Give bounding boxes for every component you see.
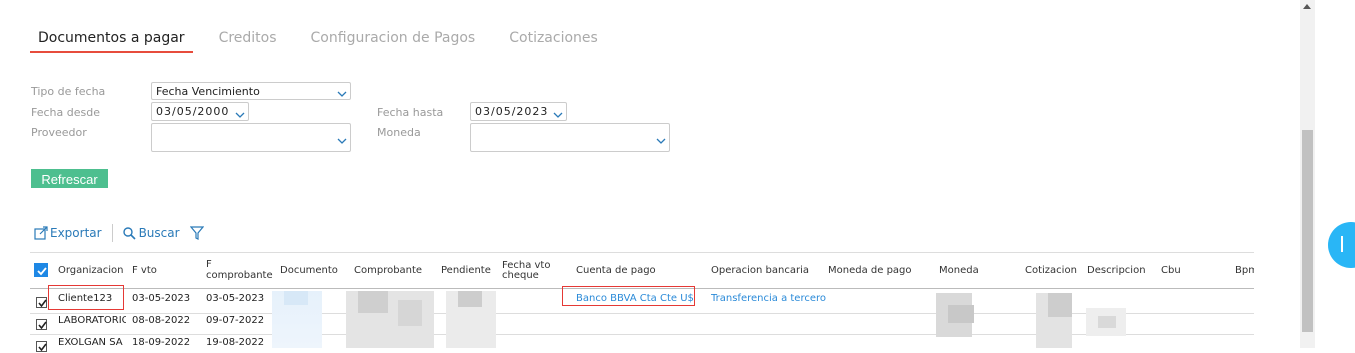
export-label: Exportar bbox=[50, 226, 102, 240]
cell-operacion-bancaria[interactable]: Transferencia a tercero bbox=[711, 293, 826, 304]
row-checkbox[interactable] bbox=[36, 341, 47, 352]
search-button[interactable]: Buscar bbox=[122, 226, 180, 240]
col-comprobante[interactable]: Comprobante bbox=[354, 266, 422, 276]
handle-bar-icon bbox=[1341, 236, 1343, 252]
col-pendiente[interactable]: Pendiente bbox=[441, 266, 491, 276]
redacted-descripcion bbox=[1098, 316, 1116, 328]
col-f-vto[interactable]: F vto bbox=[132, 266, 157, 276]
col-f-comprobante-1[interactable]: F bbox=[206, 260, 212, 270]
fecha-hasta-label: Fecha hasta bbox=[377, 106, 444, 119]
cell-f-vto: 08-08-2022 bbox=[132, 315, 191, 326]
tab-bar: Documentos a pagar Creditos Configuracio… bbox=[30, 28, 624, 54]
chevron-down-icon bbox=[656, 137, 666, 145]
col-moneda[interactable]: Moneda bbox=[939, 266, 979, 276]
redacted-documento bbox=[284, 291, 308, 305]
cell-f-comprobante: 09-07-2022 bbox=[206, 315, 265, 326]
cell-f-comprobante: 19-08-2022 bbox=[206, 337, 265, 348]
tab-configuracion-de-pagos[interactable]: Configuracion de Pagos bbox=[303, 28, 484, 52]
moneda-label: Moneda bbox=[377, 126, 421, 139]
export-icon bbox=[34, 226, 48, 240]
cell-f-vto: 03-05-2023 bbox=[132, 293, 191, 304]
redacted-comprobante bbox=[398, 300, 422, 326]
tipo-fecha-select[interactable]: Fecha Vencimiento bbox=[151, 82, 351, 100]
tab-creditos[interactable]: Creditos bbox=[211, 28, 285, 52]
cell-organizacion: LABORATORIO bbox=[58, 315, 126, 326]
moneda-select[interactable] bbox=[470, 123, 670, 152]
toolbar-divider bbox=[111, 224, 113, 242]
row-checkbox[interactable] bbox=[36, 297, 47, 308]
grid-toolbar: Exportar Buscar bbox=[34, 222, 204, 244]
fecha-hasta-value: 03/05/2023 bbox=[475, 105, 549, 118]
cell-organizacion: EXOLGAN SA bbox=[58, 337, 123, 348]
fecha-desde-input[interactable]: 03/05/2000 bbox=[151, 102, 249, 121]
scroll-up-arrow-icon[interactable] bbox=[1303, 4, 1311, 9]
row-checkbox[interactable] bbox=[36, 319, 47, 330]
col-cbu[interactable]: Cbu bbox=[1161, 266, 1181, 276]
tab-documentos-a-pagar[interactable]: Documentos a pagar bbox=[30, 28, 193, 53]
chevron-down-icon bbox=[337, 137, 347, 145]
redacted-pendiente bbox=[458, 291, 482, 307]
side-panel-toggle[interactable] bbox=[1328, 222, 1355, 268]
redacted-moneda bbox=[948, 305, 974, 323]
grid-top-border bbox=[30, 252, 1254, 253]
tipo-fecha-label: Tipo de fecha bbox=[31, 85, 106, 98]
tipo-fecha-value: Fecha Vencimiento bbox=[156, 85, 260, 98]
scrollbar-thumb[interactable] bbox=[1302, 130, 1313, 332]
col-fecha-vto-2[interactable]: cheque bbox=[502, 271, 539, 281]
col-bpm[interactable]: Bpm bbox=[1235, 266, 1254, 276]
refrescar-button[interactable]: Refrescar bbox=[31, 169, 108, 188]
filter-button[interactable] bbox=[189, 226, 204, 240]
proveedor-select[interactable] bbox=[151, 123, 351, 152]
search-icon bbox=[122, 226, 136, 240]
highlight-organizacion bbox=[48, 285, 124, 310]
filter-icon bbox=[189, 226, 204, 240]
export-button[interactable]: Exportar bbox=[34, 226, 102, 240]
tab-cotizaciones[interactable]: Cotizaciones bbox=[501, 28, 606, 52]
col-descripcion[interactable]: Descripcion bbox=[1087, 266, 1146, 276]
fecha-hasta-input[interactable]: 03/05/2023 bbox=[470, 102, 567, 121]
search-label: Buscar bbox=[138, 226, 180, 240]
fecha-desde-label: Fecha desde bbox=[31, 106, 100, 119]
redacted-cotizacion bbox=[1048, 293, 1072, 317]
select-all-checkbox[interactable] bbox=[34, 263, 48, 277]
col-cotizacion[interactable]: Cotizacion bbox=[1025, 266, 1077, 276]
highlight-cuenta-de-pago bbox=[562, 286, 695, 306]
col-documento[interactable]: Documento bbox=[280, 266, 338, 276]
redacted-comprobante bbox=[358, 291, 388, 313]
col-moneda-de-pago[interactable]: Moneda de pago bbox=[828, 266, 912, 276]
chevron-down-icon bbox=[337, 90, 347, 98]
cell-f-vto: 18-09-2022 bbox=[132, 337, 191, 348]
col-cuenta-de-pago[interactable]: Cuenta de pago bbox=[576, 266, 656, 276]
fecha-desde-value: 03/05/2000 bbox=[156, 105, 230, 118]
chevron-down-icon bbox=[235, 111, 245, 119]
col-operacion-bancaria[interactable]: Operacion bancaria bbox=[711, 266, 809, 276]
col-f-comprobante-2[interactable]: comprobante bbox=[206, 271, 273, 281]
col-organizacion[interactable]: Organizacion bbox=[58, 266, 124, 276]
cell-f-comprobante: 03-05-2023 bbox=[206, 293, 265, 304]
proveedor-label: Proveedor bbox=[31, 126, 87, 139]
chevron-down-icon bbox=[553, 111, 563, 119]
